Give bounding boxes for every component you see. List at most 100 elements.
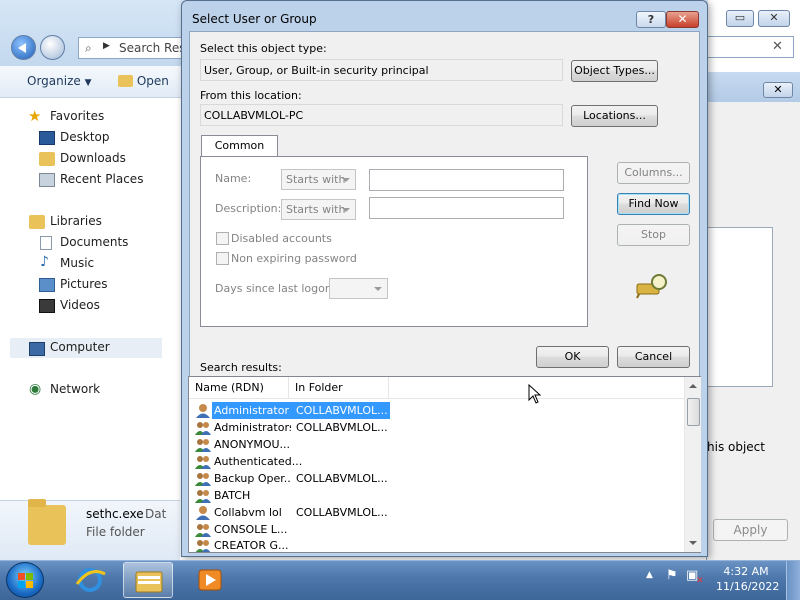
tab-common-queries[interactable]: Common Queries [201, 135, 278, 172]
taskbar-explorer[interactable] [123, 562, 173, 598]
scroll-down-icon[interactable] [689, 541, 697, 545]
folder-icon [135, 571, 163, 593]
result-row[interactable]: Backup Oper... COLLABVMLOL... [191, 470, 684, 487]
explorer-close-button[interactable]: ✕ [758, 10, 790, 27]
result-folder: COLLABVMLOL... [291, 402, 390, 419]
object-type-label: Select this object type: [200, 42, 327, 55]
chevron-up-icon[interactable]: ▲ [646, 570, 653, 580]
results-header: Name (RDN) In Folder [189, 377, 684, 399]
name-match-combo[interactable]: Starts with [281, 169, 356, 190]
cancel-button[interactable]: Cancel [617, 346, 690, 368]
location-label: From this location: [200, 89, 302, 102]
result-name: ANONYMOU... [214, 438, 291, 451]
common-queries-panel: Name: Starts with Description: Starts wi… [200, 156, 588, 327]
clock-date: 11/16/2022 [716, 580, 780, 593]
star-icon: ★ [28, 107, 42, 125]
result-row[interactable]: ANONYMOU... [191, 436, 684, 453]
scroll-up-icon[interactable] [689, 384, 697, 388]
user-icon [195, 505, 211, 520]
result-row[interactable]: Collabvm lol COLLABVMLOL... [191, 504, 684, 521]
name-input[interactable] [369, 169, 564, 191]
locations-button[interactable]: Locations... [571, 105, 658, 127]
forward-button[interactable] [40, 35, 65, 60]
chevron-right-icon: ▶ [103, 41, 110, 51]
mouse-cursor-icon [528, 384, 542, 404]
properties-list [707, 227, 773, 387]
result-row[interactable]: Administrators COLLABVMLOL... [191, 419, 684, 436]
nav-desktop[interactable]: Desktop [60, 130, 110, 144]
recent-places-icon [39, 173, 55, 187]
description-match-combo[interactable]: Starts with [281, 199, 356, 220]
group-icon [195, 471, 211, 486]
result-row[interactable]: CONSOLE L... [191, 521, 684, 538]
desktop-icon [39, 131, 55, 145]
non-expiring-label: Non expiring password [231, 252, 357, 265]
location-field: COLLABVMLOL-PC [200, 104, 563, 126]
taskbar-internet-explorer[interactable] [65, 562, 115, 598]
chevron-down-icon: ▼ [84, 78, 92, 88]
days-since-logon-combo[interactable] [329, 278, 388, 299]
column-header-folder[interactable]: In Folder [289, 377, 389, 399]
downloads-icon [39, 152, 55, 166]
nav-downloads[interactable]: Downloads [60, 151, 126, 165]
clock-time: 4:32 AM [723, 565, 769, 578]
result-row[interactable]: CREATOR G... [191, 537, 684, 552]
flag-icon[interactable]: ⚑ [666, 568, 678, 583]
object-type-field: User, Group, or Built-in security princi… [200, 59, 563, 81]
ok-button[interactable]: OK [536, 346, 609, 368]
apply-button[interactable]: Apply [713, 519, 788, 541]
nav-videos[interactable]: Videos [60, 298, 100, 312]
back-button[interactable] [11, 35, 36, 60]
result-row[interactable]: Administrator COLLABVMLOL... [191, 402, 684, 419]
group-icon [195, 488, 211, 503]
show-desktop-button[interactable] [786, 561, 800, 600]
group-icon [195, 437, 211, 452]
taskbar-clock[interactable]: 4:32 AM 11/16/2022 [716, 564, 780, 594]
help-button[interactable]: ? [636, 11, 666, 28]
windows-logo-icon [18, 573, 33, 588]
folder-icon [118, 75, 133, 87]
properties-text: his object [707, 440, 765, 454]
columns-button[interactable]: Columns... [617, 162, 690, 184]
organize-button[interactable]: Organize ▼ [27, 74, 92, 88]
details-date-label: Dat [145, 507, 167, 521]
result-name: BATCH [214, 489, 251, 502]
find-now-button[interactable]: Find Now [617, 193, 690, 215]
nav-network[interactable]: Network [50, 382, 100, 396]
object-types-button[interactable]: Object Types... [571, 60, 658, 82]
nav-libraries[interactable]: Libraries [50, 214, 102, 228]
dialog-title: Select User or Group [192, 12, 317, 26]
results-scrollbar[interactable] [684, 377, 701, 552]
result-row[interactable]: Authenticated... [191, 453, 684, 470]
disabled-accounts-checkbox[interactable] [216, 232, 229, 245]
nav-computer[interactable]: Computer [50, 340, 110, 354]
search-results-list[interactable]: Name (RDN) In Folder Administrator COLLA… [188, 376, 701, 553]
nav-pictures[interactable]: Pictures [60, 277, 108, 291]
clear-search-icon[interactable]: ✕ [772, 39, 783, 54]
result-row[interactable]: BATCH [191, 487, 684, 504]
taskbar-media-player[interactable] [185, 562, 235, 598]
column-header-name[interactable]: Name (RDN) [189, 377, 289, 399]
open-button[interactable]: Open [118, 74, 169, 88]
nav-favorites[interactable]: Favorites [50, 109, 104, 123]
properties-close-button[interactable]: ✕ [763, 82, 793, 98]
description-input[interactable] [369, 197, 564, 219]
stop-button[interactable]: Stop [617, 224, 690, 246]
nav-documents[interactable]: Documents [60, 235, 128, 249]
result-name: CREATOR G... [214, 539, 289, 552]
nav-music[interactable]: Music [60, 256, 94, 270]
music-icon: ♪ [40, 254, 49, 270]
name-combo-text: Starts with [286, 173, 346, 186]
result-name: Collabvm lol [214, 506, 282, 519]
dialog-close-button[interactable]: ✕ [666, 11, 699, 28]
result-name: Administrators [214, 421, 291, 434]
maximize-button[interactable]: ▭ [726, 10, 754, 27]
result-name: Authenticated... [214, 455, 303, 468]
non-expiring-checkbox[interactable] [216, 252, 229, 265]
scroll-thumb[interactable] [687, 398, 700, 426]
name-label: Name: [215, 172, 252, 185]
nav-recent-places[interactable]: Recent Places [60, 172, 143, 186]
start-button[interactable] [6, 562, 44, 598]
address-bar[interactable]: ⌕ ▶ Search Resu [78, 37, 193, 59]
search-flashlight-icon [636, 274, 667, 299]
